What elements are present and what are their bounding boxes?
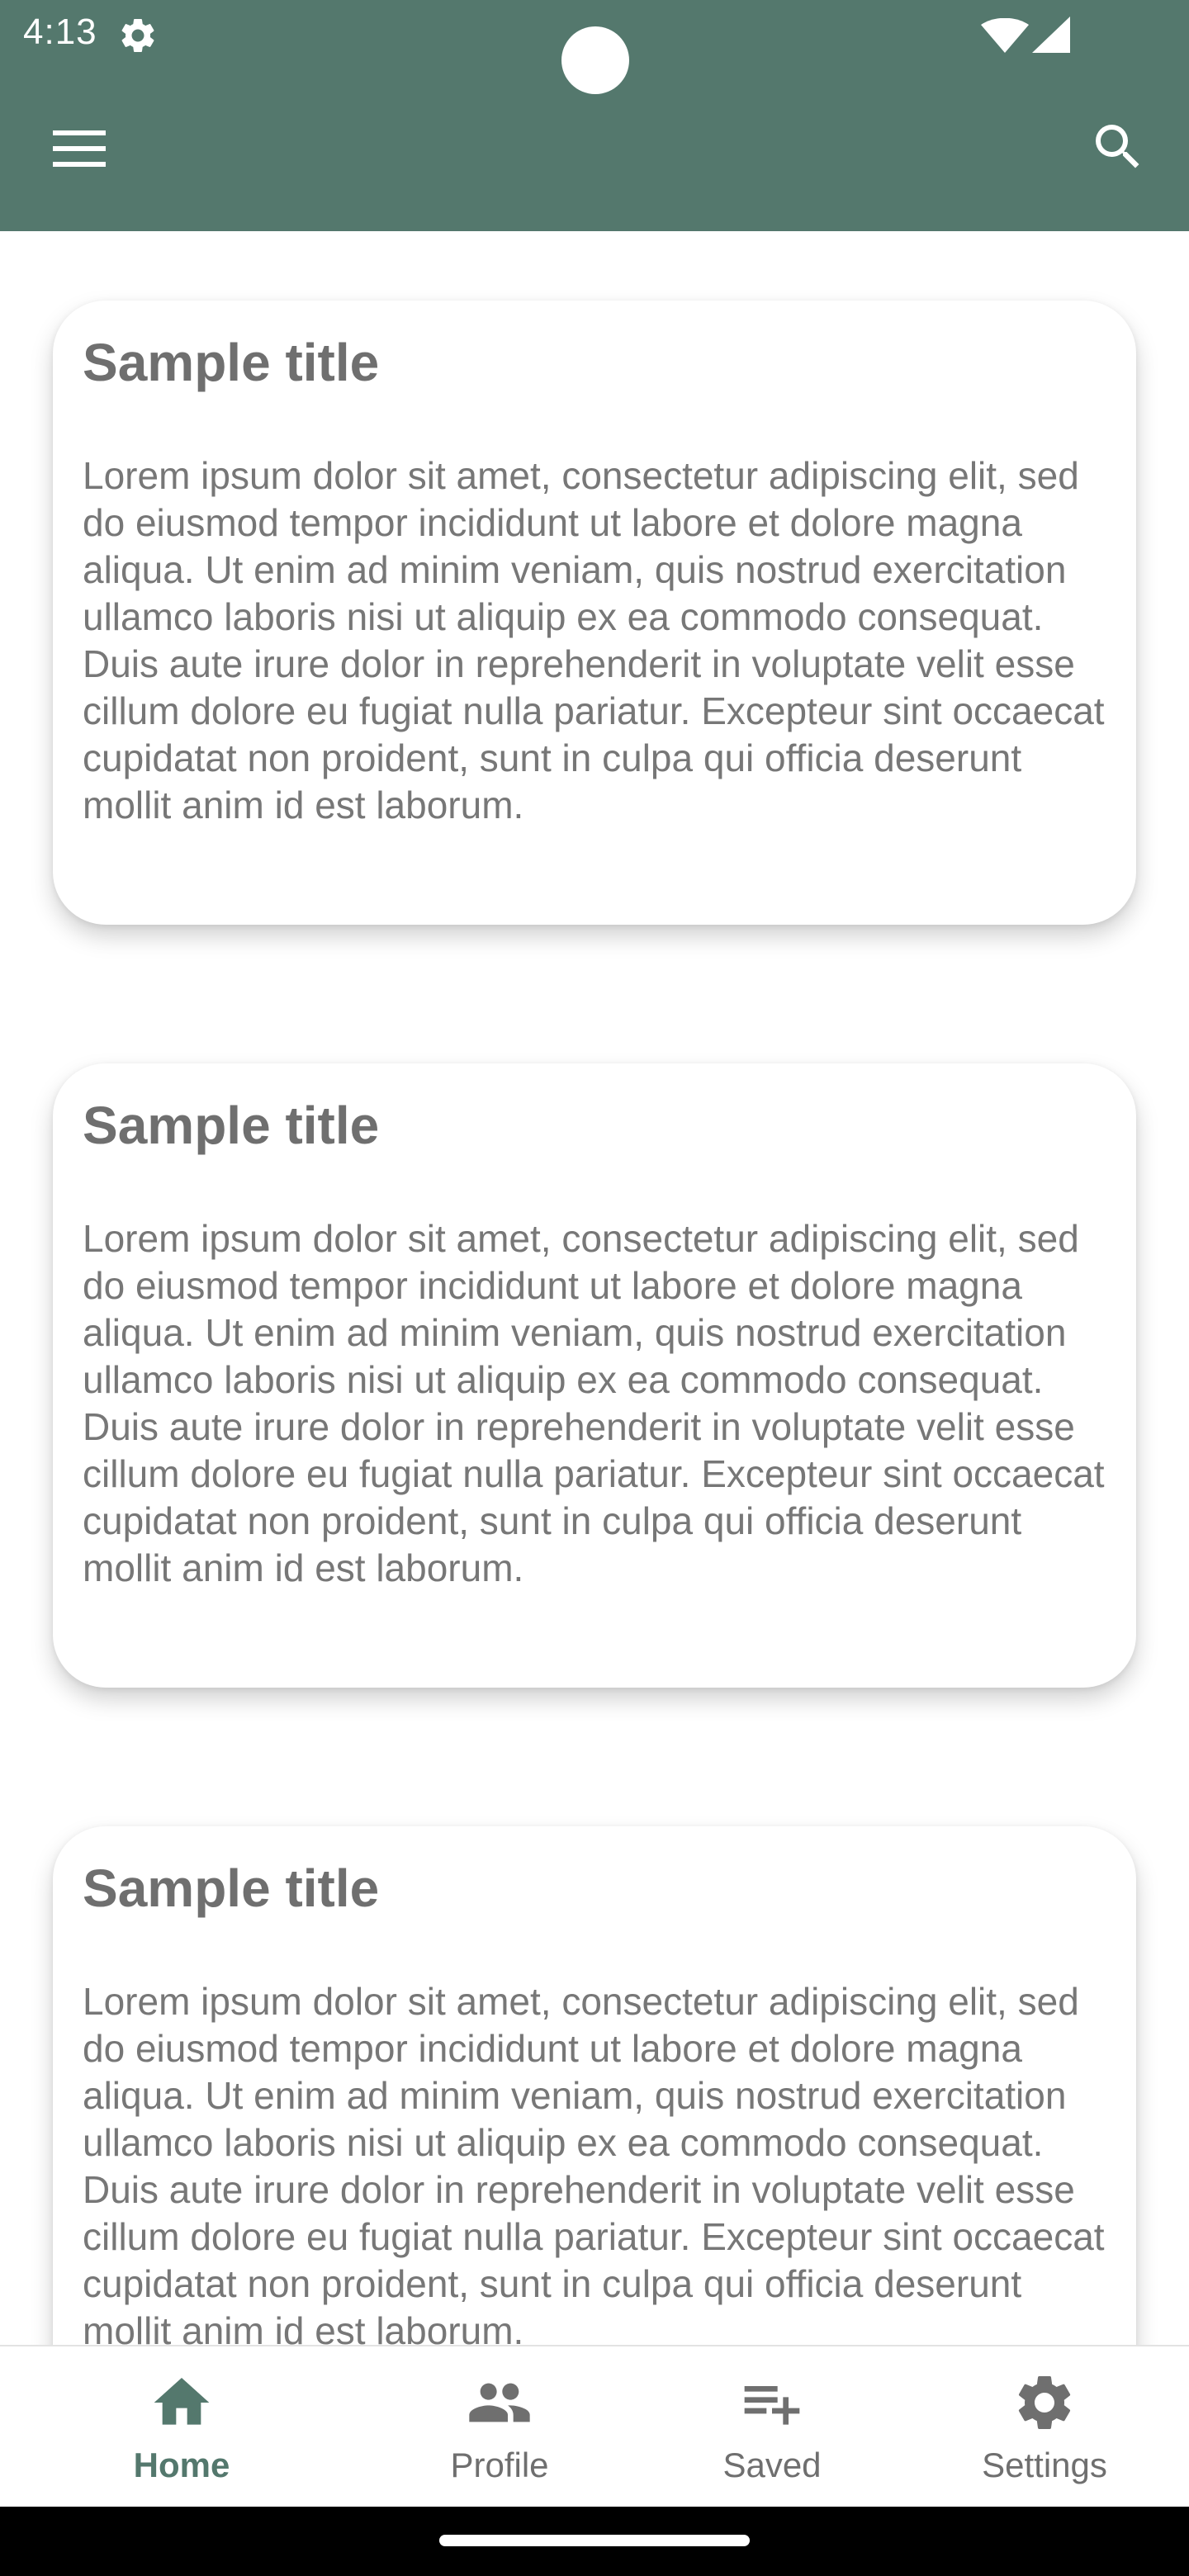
home-gesture-handle[interactable] — [439, 2535, 750, 2546]
nav-item-profile[interactable]: Profile — [363, 2346, 636, 2508]
card-body: Lorem ipsum dolor sit amet, consectetur … — [83, 1217, 1105, 1590]
nav-label-home: Home — [133, 2446, 230, 2484]
gear-icon — [121, 18, 154, 52]
top-app-bar: 4:13 — [0, 0, 1189, 231]
people-icon — [469, 2383, 530, 2422]
gesture-bar — [0, 2507, 1189, 2576]
nav-label-saved: Saved — [722, 2446, 822, 2484]
card: Sample title Lorem ipsum dolor sit amet,… — [53, 301, 1136, 925]
card-title: Sample title — [83, 333, 380, 392]
nav-label-profile: Profile — [450, 2446, 549, 2484]
card-body: Lorem ipsum dolor sit amet, consectetur … — [83, 1980, 1105, 2345]
bottom-navigation: Home Profile Saved Settings — [0, 2345, 1189, 2507]
gear-icon — [1018, 2376, 1071, 2429]
card: Sample title Lorem ipsum dolor sit amet,… — [53, 1063, 1136, 1688]
nav-item-settings[interactable]: Settings — [908, 2346, 1181, 2508]
card: Sample title Lorem ipsum dolor sit amet,… — [53, 1826, 1136, 2345]
app-screen: 4:13 Sample title Lorem ipsum dolor sit … — [0, 0, 1189, 2576]
status-time: 4:13 — [23, 12, 97, 52]
card-list[interactable]: Sample title Lorem ipsum dolor sit amet,… — [0, 231, 1189, 2345]
nav-item-saved[interactable]: Saved — [636, 2346, 908, 2508]
card-title: Sample title — [83, 1096, 380, 1155]
camera-cutout — [561, 26, 629, 94]
signal-icon — [1032, 17, 1070, 53]
card-body: Lorem ipsum dolor sit amet, consectetur … — [83, 454, 1105, 827]
menu-icon[interactable] — [50, 125, 112, 172]
home-icon — [154, 2378, 210, 2425]
wifi-icon — [981, 18, 1029, 53]
nav-label-settings: Settings — [982, 2446, 1107, 2484]
search-icon[interactable] — [1088, 117, 1148, 177]
nav-item-home[interactable]: Home — [0, 2346, 363, 2508]
playlist-add-icon — [744, 2386, 800, 2425]
card-title: Sample title — [83, 1859, 380, 1918]
